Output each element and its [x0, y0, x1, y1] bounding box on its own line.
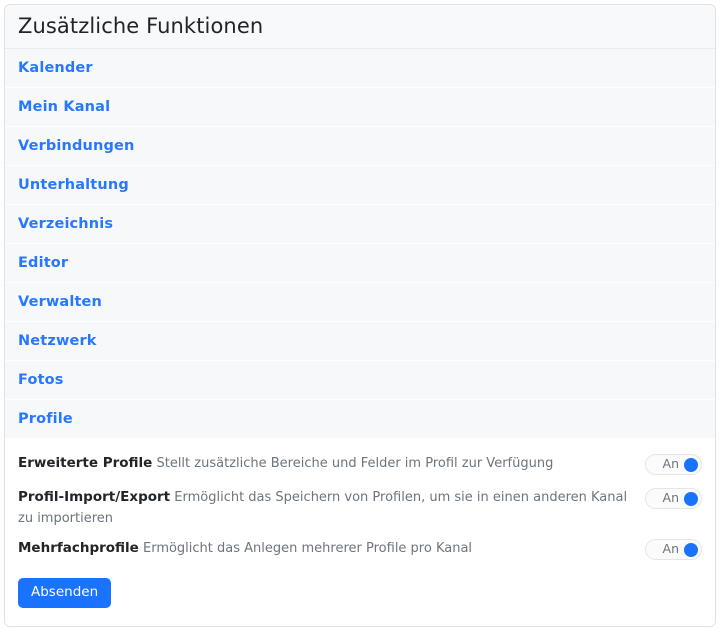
link-unterhaltung[interactable]: Unterhaltung — [18, 177, 129, 193]
feature-name-mehrfachprofile: Mehrfachprofile — [18, 540, 139, 556]
link-mein-kanal[interactable]: Mein Kanal — [18, 99, 110, 115]
feature-text: Mehrfachprofile Ermöglicht das Anlegen m… — [18, 537, 472, 559]
submit-button[interactable]: Absenden — [18, 578, 111, 608]
feature-description-erweiterte-profile: Stellt zusätzliche Bereiche und Felder i… — [156, 456, 553, 471]
card-header: Zusätzliche Funktionen — [5, 5, 715, 49]
feature-row-profil-import-export: Profil-Import/Export Ermöglicht das Spei… — [18, 482, 702, 533]
toggle-knob-icon — [684, 458, 698, 472]
feature-row-erweiterte-profile: Erweiterte Profile Stellt zusätzliche Be… — [18, 448, 702, 482]
link-verwalten[interactable]: Verwalten — [18, 294, 102, 310]
feature-description-mehrfachprofile: Ermöglicht das Anlegen mehrerer Profile … — [143, 541, 472, 556]
page-title: Zusätzliche Funktionen — [18, 16, 263, 37]
additional-features-card: Zusätzliche Funktionen Kalender Mein Kan… — [4, 4, 716, 627]
link-editor[interactable]: Editor — [18, 255, 68, 271]
list-item-profile[interactable]: Profile — [5, 400, 715, 439]
list-item-editor[interactable]: Editor — [5, 244, 715, 283]
toggle-label: An — [663, 543, 679, 556]
toggle-knob-icon — [684, 492, 698, 506]
toggle-mehrfachprofile[interactable]: An — [645, 539, 702, 560]
feature-text: Profil-Import/Export Ermöglicht das Spei… — [18, 486, 645, 529]
toggle-label: An — [663, 458, 679, 471]
feature-text: Erweiterte Profile Stellt zusätzliche Be… — [18, 452, 553, 474]
link-kalender[interactable]: Kalender — [18, 60, 93, 76]
feature-settings-section: Erweiterte Profile Stellt zusätzliche Be… — [5, 439, 715, 567]
toggle-profil-import-export[interactable]: An — [645, 488, 702, 509]
toggle-erweiterte-profile[interactable]: An — [645, 454, 702, 475]
list-item-mein-kanal[interactable]: Mein Kanal — [5, 88, 715, 127]
list-item-fotos[interactable]: Fotos — [5, 361, 715, 400]
feature-row-mehrfachprofile: Mehrfachprofile Ermöglicht das Anlegen m… — [18, 533, 702, 567]
list-item-kalender[interactable]: Kalender — [5, 49, 715, 88]
list-item-verzeichnis[interactable]: Verzeichnis — [5, 205, 715, 244]
toggle-knob-icon — [684, 543, 698, 557]
toggle-label: An — [663, 492, 679, 505]
list-item-verwalten[interactable]: Verwalten — [5, 283, 715, 322]
link-verbindungen[interactable]: Verbindungen — [18, 138, 134, 154]
list-item-unterhaltung[interactable]: Unterhaltung — [5, 166, 715, 205]
link-netzwerk[interactable]: Netzwerk — [18, 333, 97, 349]
list-item-netzwerk[interactable]: Netzwerk — [5, 322, 715, 361]
feature-name-profil-import-export: Profil-Import/Export — [18, 489, 170, 505]
feature-links-list: Kalender Mein Kanal Verbindungen Unterha… — [5, 49, 715, 439]
list-item-verbindungen[interactable]: Verbindungen — [5, 127, 715, 166]
link-profile[interactable]: Profile — [18, 411, 73, 427]
link-verzeichnis[interactable]: Verzeichnis — [18, 216, 113, 232]
submit-area: Absenden — [5, 567, 715, 626]
feature-name-erweiterte-profile: Erweiterte Profile — [18, 455, 152, 471]
link-fotos[interactable]: Fotos — [18, 372, 64, 388]
